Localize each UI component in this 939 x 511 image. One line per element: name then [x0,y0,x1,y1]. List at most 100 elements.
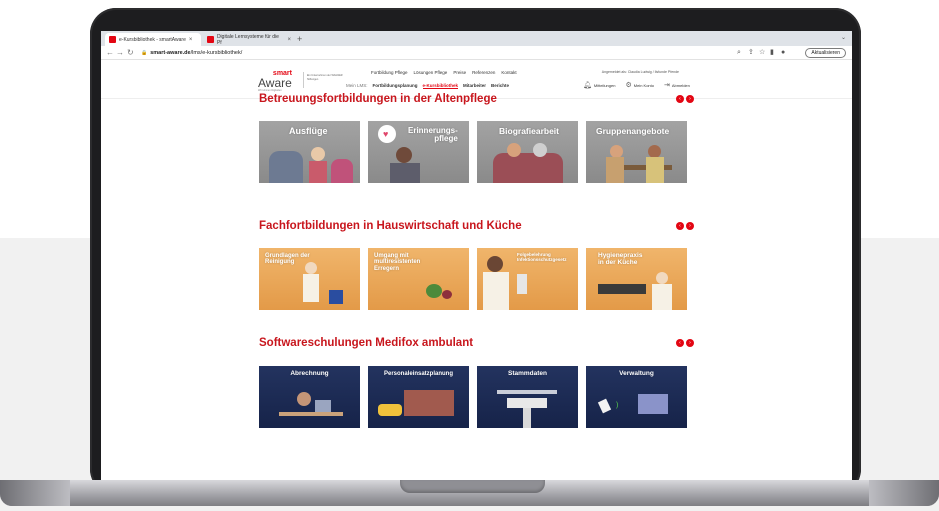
illustration [497,390,557,394]
smartaware-logo[interactable]: smart Aware Wir können Digitalien [258,70,298,92]
close-icon[interactable]: × [189,37,193,43]
arrow-left-icon[interactable]: ‹ [676,222,684,230]
course-card-title: Folgebelehrung Infektionsschutzgesetz [517,252,567,262]
carousel-arrows: ‹ › [676,95,694,103]
germ-icon [426,284,442,298]
illustration [646,157,664,183]
lock-icon: 🔒 [141,50,148,56]
signal-icon: ) [616,402,619,409]
favicon-icon [207,36,214,43]
arrow-left-icon[interactable]: ‹ [676,339,684,347]
laptop-base-right [869,480,939,506]
header-divider [303,72,304,88]
laptop-screen: e-Kursbibliothek - smartAware × Digitale… [101,31,852,480]
course-card-title: Grundlagen der Reinigung [265,253,310,266]
reload-icon[interactable]: ↻ [127,47,134,59]
course-card-verwaltung[interactable]: Verwaltung ) [586,366,687,428]
section-title: Fachfortbildungen in Hauswirtschaft und … [259,220,522,232]
new-tab-icon[interactable]: + [297,33,302,45]
logo-tagline: Wir können Digitalien [258,89,282,92]
lms-navigation: Mein LMS: Fortbildungsplanung e-Kursbibl… [346,83,509,89]
course-card-title: Hygienepraxis in der Küche [598,252,643,266]
course-card-reinigung[interactable]: Grundlagen der Reinigung [259,248,360,310]
account-label: Mein Konto [633,83,654,88]
illustration [652,284,672,310]
illustration [606,157,624,183]
browser-tabstrip: e-Kursbibliothek - smartAware × Digitale… [101,31,852,46]
lms-label: Mein LMS: [346,83,368,88]
illustration [507,143,521,157]
user-navigation: 🔔︎ Mitteilungen ⚙ Mein Konto ⇥ Abmelden [583,81,690,89]
course-card-infektionsschutzgesetz[interactable]: Folgebelehrung Infektionsschutzgesetz [477,248,578,310]
course-card-ausfluege[interactable]: Ausflüge [259,121,360,183]
illustration [309,161,327,183]
course-card-stammdaten[interactable]: Stammdaten [477,366,578,428]
logout-icon: ⇥ [663,82,670,89]
browser-toolbar: ← → ↻ 🔒 smart-aware.de/lms/e-kursbibliot… [101,46,852,60]
profile-icon[interactable]: ● [781,48,785,58]
arrow-right-icon[interactable]: › [686,95,694,103]
course-card-multiresistente-erreger[interactable]: Umgang mit multiresistenten Erregern [368,248,469,310]
browser-tab-active[interactable]: e-Kursbibliothek - smartAware × [105,33,201,46]
course-card-abrechnung[interactable]: Abrechnung [259,366,360,428]
zoom-icon[interactable]: ⌕ [737,48,741,58]
illustration [493,153,563,183]
course-cards: Grundlagen der Reinigung Umgang mit mult… [259,248,687,310]
illustration [305,262,317,274]
nav-referenzen[interactable]: Referenzen [472,70,495,75]
section-fachfortbildungen: Fachfortbildungen in Hauswirtschaft und … [259,220,694,320]
logout-label: Abmelden [671,83,690,88]
nav-fortbildung-pflege[interactable]: Fortbildung Pflege [371,70,408,75]
illustration [279,412,343,416]
logout-link[interactable]: ⇥ Abmelden [664,81,690,89]
chevron-down-icon[interactable]: ⌄ [841,34,846,41]
back-icon[interactable]: ← [106,47,114,59]
laptop-base-left [0,480,70,506]
course-card-title: Verwaltung [619,370,654,377]
course-card-title: Biografiearbeit [499,126,559,136]
illustration [331,159,353,183]
forward-icon[interactable]: → [116,47,124,59]
nav-preise[interactable]: Preise [453,70,466,75]
close-icon[interactable]: × [287,37,291,43]
course-card-title: Abrechnung [290,370,329,377]
course-card-erinnerungspflege[interactable]: Erinnerungs- pflege ♥ [368,121,469,183]
nav-mitarbeiter[interactable]: Mitarbeiter [463,83,486,89]
share-icon[interactable]: ⇪ [748,48,754,58]
illustration [507,398,547,408]
messages-label: Mitteilungen [593,83,616,88]
bucket-icon [329,290,343,304]
section-title: Betreuungsfortbildungen in der Altenpfle… [259,93,497,105]
laptop-notch [400,480,545,493]
illustration [396,147,412,163]
messages-link[interactable]: 🔔︎ Mitteilungen [583,81,615,89]
phone-icon [597,398,612,414]
tab-label: Digitale Lernsysteme für die Pf [216,33,279,46]
sidebar-icon[interactable]: ▮ [770,48,774,58]
star-icon[interactable]: ☆ [759,48,765,58]
building-icon [404,390,454,416]
illustration [297,392,311,406]
tab-label: e-Kursbibliothek - smartAware [119,36,186,43]
course-card-biografiearbeit[interactable]: Biografiearbeit [477,121,578,183]
course-card-personaleinsatzplanung[interactable]: Personaleinsatzplanung [368,366,469,428]
nav-kontakt[interactable]: Kontakt [501,70,516,75]
nav-berichte[interactable]: Berichte [491,83,509,89]
course-card-gruppenangebote[interactable]: Gruppenangebote [586,121,687,183]
browser-tab[interactable]: Digitale Lernsysteme für die Pf × [203,33,295,46]
arrow-left-icon[interactable]: ‹ [676,95,684,103]
course-card-title: Erinnerungs- pflege [408,126,458,144]
account-link[interactable]: ⚙ Mein Konto [625,81,654,89]
update-button[interactable]: Aktualisieren [805,48,846,58]
address-bar[interactable]: 🔒 smart-aware.de/lms/e-kursbibliothek/ [141,48,731,58]
laptop-icon [315,400,331,412]
nav-fortbildungsplanung[interactable]: Fortbildungsplanung [373,83,418,89]
gear-icon: ⚙ [625,82,632,89]
nav-loesungen-pflege[interactable]: Lösungen Pflege [414,70,448,75]
course-card-hygienepraxis[interactable]: Hygienepraxis in der Küche [586,248,687,310]
arrow-right-icon[interactable]: › [686,222,694,230]
nav-e-kursbibliothek[interactable]: e-Kursbibliothek [422,83,459,89]
heart-icon: ♥ [383,129,389,139]
arrow-right-icon[interactable]: › [686,339,694,347]
logo-main: Aware [258,76,292,90]
